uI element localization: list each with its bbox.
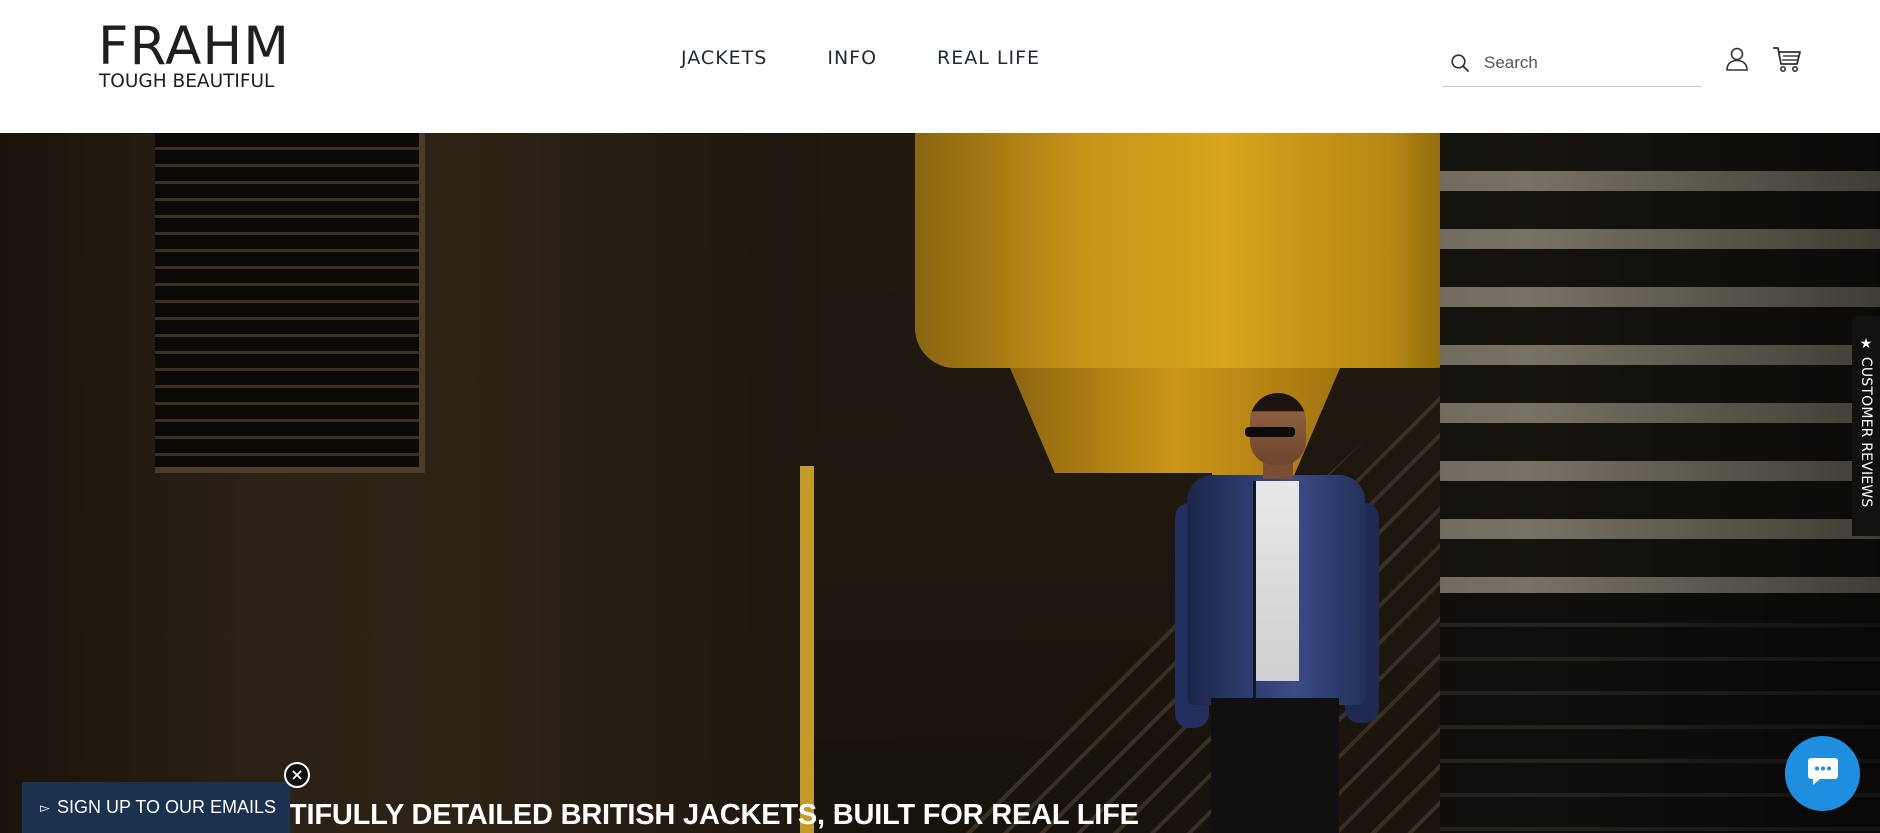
chat-bubble-icon xyxy=(1806,755,1840,792)
site-header: FRAHM TOUGH BEAUTIFUL JACKETS INFO REAL … xyxy=(0,0,1880,133)
hero-model xyxy=(1175,393,1380,833)
close-icon[interactable] xyxy=(284,762,310,788)
main-nav: JACKETS INFO REAL LIFE xyxy=(681,46,1100,70)
nav-item-info[interactable]: INFO xyxy=(827,46,877,70)
hero-shade xyxy=(1440,133,1880,833)
hero-yellow-tank xyxy=(915,133,1475,368)
search-input[interactable] xyxy=(1484,53,1684,73)
customer-reviews-label: ★ CUSTOMER REVIEWS xyxy=(1858,336,1874,508)
play-arrow-icon: ▻ xyxy=(40,799,50,815)
nav-item-real-life[interactable]: REAL LIFE xyxy=(937,46,1040,70)
customer-reviews-tab[interactable]: ★ CUSTOMER REVIEWS xyxy=(1852,316,1880,536)
hero-vent-grille xyxy=(155,133,425,473)
hero-banner[interactable] xyxy=(0,133,1880,833)
cart-icon[interactable] xyxy=(1770,44,1804,74)
brand-name: FRAHM xyxy=(98,16,291,77)
brand-logo[interactable]: FRAHM TOUGH BEAUTIFUL xyxy=(98,20,289,94)
email-signup-label: SIGN UP TO OUR EMAILS xyxy=(57,797,277,817)
brand-tagline: TOUGH BEAUTIFUL xyxy=(99,71,275,92)
nav-item-jackets[interactable]: JACKETS xyxy=(681,46,767,70)
search-icon[interactable] xyxy=(1446,49,1474,77)
chat-button[interactable] xyxy=(1785,736,1860,811)
email-signup-button[interactable]: ▻ SIGN UP TO OUR EMAILS xyxy=(22,782,290,833)
hero-headline: TIFULLY DETAILED BRITISH JACKETS, BUILT … xyxy=(289,799,1139,831)
user-icon[interactable] xyxy=(1722,44,1752,74)
hero-yellow-post xyxy=(800,466,814,833)
search-bar xyxy=(1442,40,1702,87)
